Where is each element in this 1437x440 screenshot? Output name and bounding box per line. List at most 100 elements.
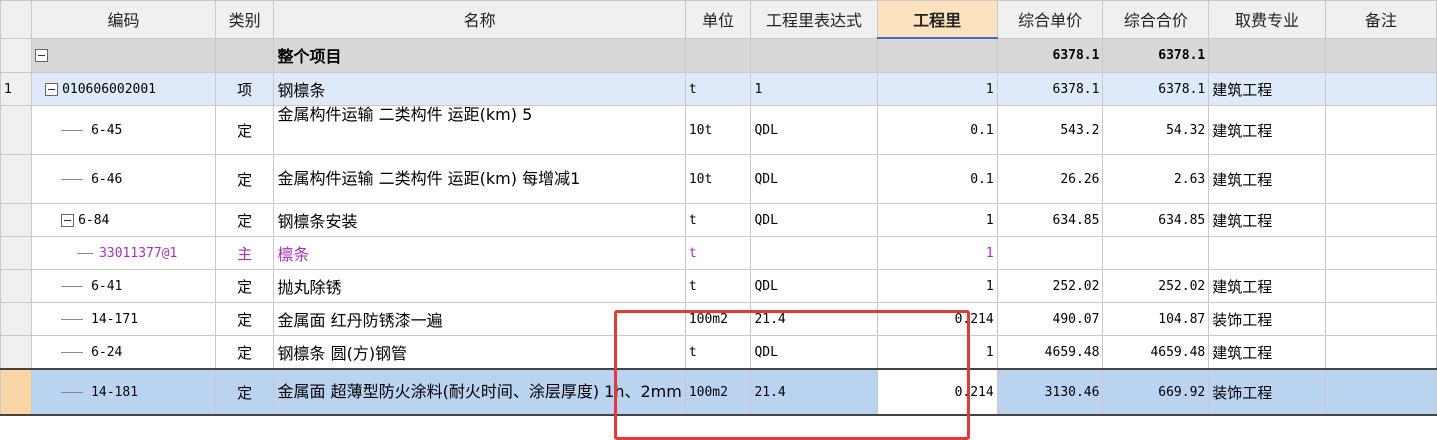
unit-price-cell[interactable]: 252.02 [996, 269, 1104, 303]
unit-cell[interactable]: t [684, 335, 752, 370]
type-cell[interactable]: 定 [214, 368, 275, 416]
table-row[interactable]: 6-24 定 钢檩条 圆(方)钢管 t QDL 1 4659.48 4659.4… [0, 335, 1437, 370]
col-header-name[interactable]: 名称 [273, 0, 686, 39]
name-cell[interactable]: 钢檩条安装 [273, 203, 686, 237]
qty-cell[interactable]: 1 [876, 203, 998, 237]
code-cell[interactable]: 6-45 [31, 105, 216, 155]
total-price-cell[interactable]: 104.87 [1102, 302, 1210, 336]
qty-cell[interactable] [876, 37, 998, 73]
unit-cell[interactable] [684, 37, 752, 73]
remark-cell[interactable] [1324, 269, 1437, 303]
unit-price-cell[interactable]: 6378.1 [996, 72, 1104, 106]
table-row[interactable]: 6-46 定 金属构件运输 二类构件 运距(km) 每增减1 10t QDL 0… [0, 154, 1437, 204]
col-header-fee-type[interactable]: 取费专业 [1208, 0, 1326, 39]
type-cell[interactable]: 主 [214, 236, 275, 270]
expr-cell[interactable] [750, 236, 878, 270]
col-header-remark[interactable]: 备注 [1324, 0, 1437, 39]
col-header-qty[interactable]: 工程里 [876, 0, 998, 39]
name-cell[interactable]: 抛丸除锈 [273, 269, 686, 303]
table-row-selected[interactable]: 14-181 定 金属面 超薄型防火涂料(耐火时间、涂层厚度) 1h、2mm 1… [0, 368, 1437, 416]
total-price-cell[interactable] [1102, 236, 1210, 270]
col-header-code[interactable]: 编码 [31, 0, 216, 39]
unit-cell[interactable]: t [684, 203, 752, 237]
unit-cell[interactable]: 10t [684, 105, 752, 155]
name-cell[interactable]: 整个项目 [273, 37, 686, 73]
name-cell[interactable]: 檩条 [273, 236, 686, 270]
unit-price-cell[interactable]: 634.85 [996, 203, 1104, 237]
name-cell[interactable]: 钢檩条 圆(方)钢管 [273, 335, 686, 370]
unit-price-cell[interactable]: 543.2 [996, 105, 1104, 155]
remark-cell[interactable] [1324, 335, 1437, 370]
remark-cell[interactable] [1324, 302, 1437, 336]
name-cell[interactable]: 金属面 红丹防锈漆一遍 [273, 302, 686, 336]
code-cell[interactable]: 6-24 [31, 335, 216, 370]
type-cell[interactable]: 定 [214, 269, 275, 303]
expr-cell[interactable]: 21.4 [750, 302, 878, 336]
col-header-total-price[interactable]: 综合合价 [1102, 0, 1210, 39]
col-header-unit[interactable]: 单位 [684, 0, 752, 39]
remark-cell[interactable] [1324, 203, 1437, 237]
qty-cell[interactable]: 1 [876, 236, 998, 270]
code-cell[interactable] [31, 37, 216, 73]
name-cell[interactable]: 钢檩条 [273, 72, 686, 106]
expr-cell[interactable]: QDL [750, 154, 878, 204]
unit-cell[interactable]: 10t [684, 154, 752, 204]
type-cell[interactable] [214, 37, 275, 73]
qty-cell[interactable]: 0.1 [876, 105, 998, 155]
name-cell[interactable]: 金属面 超薄型防火涂料(耐火时间、涂层厚度) 1h、2mm [273, 368, 686, 416]
fee-cell[interactable]: 建筑工程 [1208, 154, 1326, 204]
unit-price-cell[interactable]: 3130.46 [996, 368, 1104, 416]
fee-cell[interactable]: 建筑工程 [1208, 269, 1326, 303]
code-cell[interactable]: 14-171 [31, 302, 216, 336]
col-header-type[interactable]: 类别 [214, 0, 275, 39]
total-price-cell[interactable]: 54.32 [1102, 105, 1210, 155]
expr-cell[interactable]: 1 [750, 72, 878, 106]
total-price-cell[interactable]: 669.92 [1102, 368, 1210, 416]
unit-price-cell[interactable]: 6378.1 [996, 37, 1104, 73]
expr-cell[interactable]: QDL [750, 335, 878, 370]
table-row-total[interactable]: 整个项目 6378.1 6378.1 [0, 37, 1437, 73]
collapse-icon[interactable] [61, 213, 75, 227]
qty-cell[interactable]: 0.1 [876, 154, 998, 204]
qty-cell[interactable]: 1 [876, 335, 998, 370]
type-cell[interactable]: 定 [214, 203, 275, 237]
expr-cell[interactable]: QDL [750, 269, 878, 303]
code-cell[interactable]: 33011377@1 [31, 236, 216, 270]
collapse-icon[interactable] [35, 49, 49, 63]
type-cell[interactable]: 定 [214, 302, 275, 336]
code-cell[interactable]: 6-41 [31, 269, 216, 303]
type-cell[interactable]: 项 [214, 72, 275, 106]
fee-cell[interactable]: 建筑工程 [1208, 105, 1326, 155]
remark-cell[interactable] [1324, 368, 1437, 416]
table-row[interactable]: 6-84 定 钢檩条安装 t QDL 1 634.85 634.85 建筑工程 [0, 203, 1437, 237]
qty-cell-editing[interactable]: 0.214 [876, 368, 998, 416]
col-header-expr[interactable]: 工程里表达式 [750, 0, 878, 39]
code-cell[interactable]: 6-46 [31, 154, 216, 204]
expr-cell[interactable] [750, 37, 878, 73]
fee-cell[interactable]: 建筑工程 [1208, 203, 1326, 237]
unit-cell[interactable]: t [684, 236, 752, 270]
unit-cell[interactable]: 100m2 [684, 302, 752, 336]
code-cell[interactable]: 010606002001 [31, 72, 216, 106]
type-cell[interactable]: 定 [214, 335, 275, 370]
expr-cell[interactable]: QDL [750, 105, 878, 155]
col-header-unit-price[interactable]: 综合单价 [996, 0, 1104, 39]
total-price-cell[interactable]: 6378.1 [1102, 72, 1210, 106]
fee-cell[interactable]: 装饰工程 [1208, 368, 1326, 416]
unit-price-cell[interactable]: 4659.48 [996, 335, 1104, 370]
table-row[interactable]: 6-41 定 抛丸除锈 t QDL 1 252.02 252.02 建筑工程 [0, 269, 1437, 303]
code-cell[interactable]: 6-84 [31, 203, 216, 237]
remark-cell[interactable] [1324, 154, 1437, 204]
unit-cell[interactable]: t [684, 72, 752, 106]
unit-cell[interactable]: 100m2 [684, 368, 752, 416]
type-cell[interactable]: 定 [214, 154, 275, 204]
total-price-cell[interactable]: 6378.1 [1102, 37, 1210, 73]
total-price-cell[interactable]: 4659.48 [1102, 335, 1210, 370]
qty-cell[interactable]: 1 [876, 72, 998, 106]
qty-cell[interactable]: 0.214 [876, 302, 998, 336]
code-cell[interactable]: 14-181 [31, 368, 216, 416]
table-row[interactable]: 14-171 定 金属面 红丹防锈漆一遍 100m2 21.4 0.214 49… [0, 302, 1437, 336]
fee-cell[interactable] [1208, 236, 1326, 270]
unit-cell[interactable]: t [684, 269, 752, 303]
remark-cell[interactable] [1324, 236, 1437, 270]
